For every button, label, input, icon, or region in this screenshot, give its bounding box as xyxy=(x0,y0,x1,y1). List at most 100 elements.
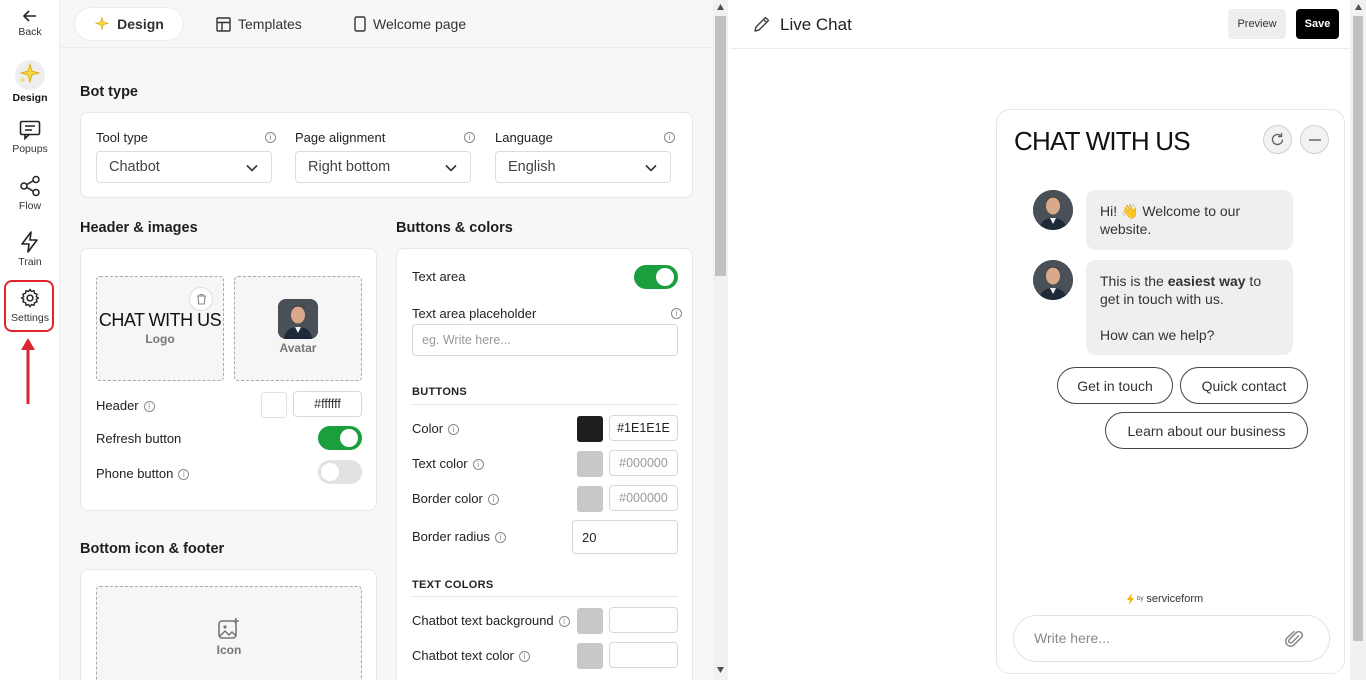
scroll-up-icon[interactable] xyxy=(1354,3,1363,11)
chatbot-text-bg-swatch[interactable] xyxy=(577,608,603,634)
chatbot-text-color-swatch[interactable] xyxy=(577,643,603,669)
text-colors-subheading: TEXT COLORS xyxy=(412,579,494,591)
tab-templates[interactable]: Templates xyxy=(206,8,312,40)
info-icon[interactable]: i xyxy=(664,132,675,143)
header-color-input[interactable]: #ffffff xyxy=(293,391,362,417)
info-icon[interactable]: i xyxy=(487,494,499,506)
refresh-button[interactable] xyxy=(1263,125,1292,154)
text-area-placeholder-label: Text area placeholder xyxy=(412,306,537,321)
chevron-down-icon xyxy=(246,164,258,172)
refresh-button-toggle[interactable] xyxy=(318,426,362,450)
scrollbar-thumb[interactable] xyxy=(715,16,726,276)
back-label: Back xyxy=(18,26,42,38)
tab-design[interactable]: Design xyxy=(75,8,183,40)
info-icon[interactable]: i xyxy=(178,469,190,481)
divider xyxy=(412,596,678,597)
chat-input[interactable]: Write here... xyxy=(1013,615,1330,662)
arrow-left-icon xyxy=(23,10,36,22)
preview-title: Live Chat xyxy=(780,15,852,34)
bot-message-welcome: Hi! 👋 Welcome to our website. xyxy=(1086,190,1293,250)
border-color-swatch[interactable] xyxy=(577,486,603,512)
back-button[interactable]: Back xyxy=(0,9,60,38)
chatbot-text-bg-label: Chatbot text background i xyxy=(412,613,570,628)
logo-upload[interactable]: CHAT WITH US Logo xyxy=(96,276,224,381)
border-radius-input[interactable]: 20 xyxy=(572,520,678,554)
info-icon[interactable]: i xyxy=(464,132,475,143)
rail-item-train[interactable]: Train xyxy=(0,231,60,268)
phone-button-toggle[interactable] xyxy=(318,460,362,484)
divider xyxy=(412,404,678,405)
live-chat-preview: Live Chat Preview Save CHAT WITH US Hi! … xyxy=(730,0,1366,680)
button-color-swatch[interactable] xyxy=(577,416,603,442)
button-color-label: Color i xyxy=(412,421,460,436)
chat-input-placeholder: Write here... xyxy=(1034,630,1110,646)
buttons-subheading: BUTTONS xyxy=(412,386,468,398)
bot-type-card: Tool type i Chatbot Page alignment i Rig… xyxy=(80,112,693,198)
header-color-swatch[interactable] xyxy=(261,392,287,418)
refresh-icon xyxy=(1271,133,1284,146)
text-color-swatch[interactable] xyxy=(577,451,603,477)
text-color-label: Text color i xyxy=(412,456,484,471)
bot-avatar xyxy=(1033,260,1073,300)
bot-type-title: Bot type xyxy=(80,84,138,100)
bottom-footer-title: Bottom icon & footer xyxy=(80,541,225,557)
phone-icon xyxy=(354,16,366,32)
scroll-up-icon[interactable] xyxy=(716,3,725,11)
text-area-label: Text area xyxy=(412,269,466,284)
tab-templates-label: Templates xyxy=(238,16,302,32)
rail-label-design: Design xyxy=(12,92,48,104)
quick-reply-learn-business[interactable]: Learn about our business xyxy=(1105,412,1308,449)
design-panel: Design Templates Welcome page Bot type T… xyxy=(60,0,713,680)
delete-logo-button[interactable] xyxy=(189,287,213,311)
info-icon[interactable]: i xyxy=(472,459,484,471)
person-photo-icon xyxy=(278,299,318,339)
tab-welcome-page[interactable]: Welcome page xyxy=(344,8,476,40)
language-select[interactable]: English xyxy=(495,151,671,183)
info-icon[interactable]: i xyxy=(265,132,276,143)
preview-header: Live Chat Preview Save xyxy=(730,0,1350,49)
quick-reply-quick-contact[interactable]: Quick contact xyxy=(1180,367,1308,404)
minimize-button[interactable] xyxy=(1300,125,1329,154)
border-color-input[interactable]: #000000 xyxy=(609,485,678,511)
chatbot-text-bg-input[interactable] xyxy=(609,607,678,633)
tab-design-label: Design xyxy=(117,16,164,32)
logo-preview-text: CHAT WITH US xyxy=(98,310,222,330)
buttons-colors-title: Buttons & colors xyxy=(396,220,513,236)
info-icon[interactable]: i xyxy=(558,616,570,628)
header-images-card: CHAT WITH US Logo Avatar Header i #ffffff… xyxy=(80,248,377,511)
rail-label-train: Train xyxy=(18,256,42,268)
icon-upload[interactable]: Icon xyxy=(96,586,362,680)
preview-button[interactable]: Preview xyxy=(1228,9,1286,39)
text-area-placeholder-input[interactable]: eg. Write here... xyxy=(412,324,678,356)
share-icon xyxy=(20,175,40,197)
info-icon[interactable]: i xyxy=(495,532,507,544)
panel-scrollbar[interactable] xyxy=(713,0,728,680)
phone-button-label: Phone button i xyxy=(96,466,190,481)
info-icon[interactable]: i xyxy=(143,401,155,413)
text-color-input[interactable]: #000000 xyxy=(609,450,678,476)
save-button[interactable]: Save xyxy=(1296,9,1339,39)
buttons-colors-card: Text area Text area placeholder i eg. Wr… xyxy=(396,248,693,680)
button-color-input[interactable]: #1E1E1E xyxy=(609,415,678,441)
rail-item-design[interactable]: Design xyxy=(0,60,60,104)
preview-scrollbar[interactable] xyxy=(1350,0,1366,680)
left-rail: Back Design Popups Flow Train Settings xyxy=(0,0,60,680)
scroll-down-icon[interactable] xyxy=(716,666,725,674)
info-icon[interactable]: i xyxy=(518,651,530,663)
powered-by: by serviceform xyxy=(1127,593,1203,605)
text-area-toggle[interactable] xyxy=(634,265,678,289)
tool-type-select[interactable]: Chatbot xyxy=(96,151,272,183)
border-radius-label: Border radius i xyxy=(412,529,507,544)
paperclip-icon[interactable] xyxy=(1284,629,1304,649)
chatbot-text-color-input[interactable] xyxy=(609,642,678,668)
info-icon[interactable]: i xyxy=(448,424,460,436)
quick-reply-get-in-touch[interactable]: Get in touch xyxy=(1057,367,1173,404)
avatar-upload[interactable]: Avatar xyxy=(234,276,362,381)
sparkle-icon xyxy=(94,16,110,31)
rail-item-popups[interactable]: Popups xyxy=(0,120,60,155)
page-alignment-select[interactable]: Right bottom xyxy=(295,151,471,183)
info-icon[interactable]: i xyxy=(671,308,682,319)
rail-item-flow[interactable]: Flow xyxy=(0,175,60,212)
chatbot-text-color-label: Chatbot text color i xyxy=(412,648,530,663)
scrollbar-thumb[interactable] xyxy=(1353,16,1363,641)
